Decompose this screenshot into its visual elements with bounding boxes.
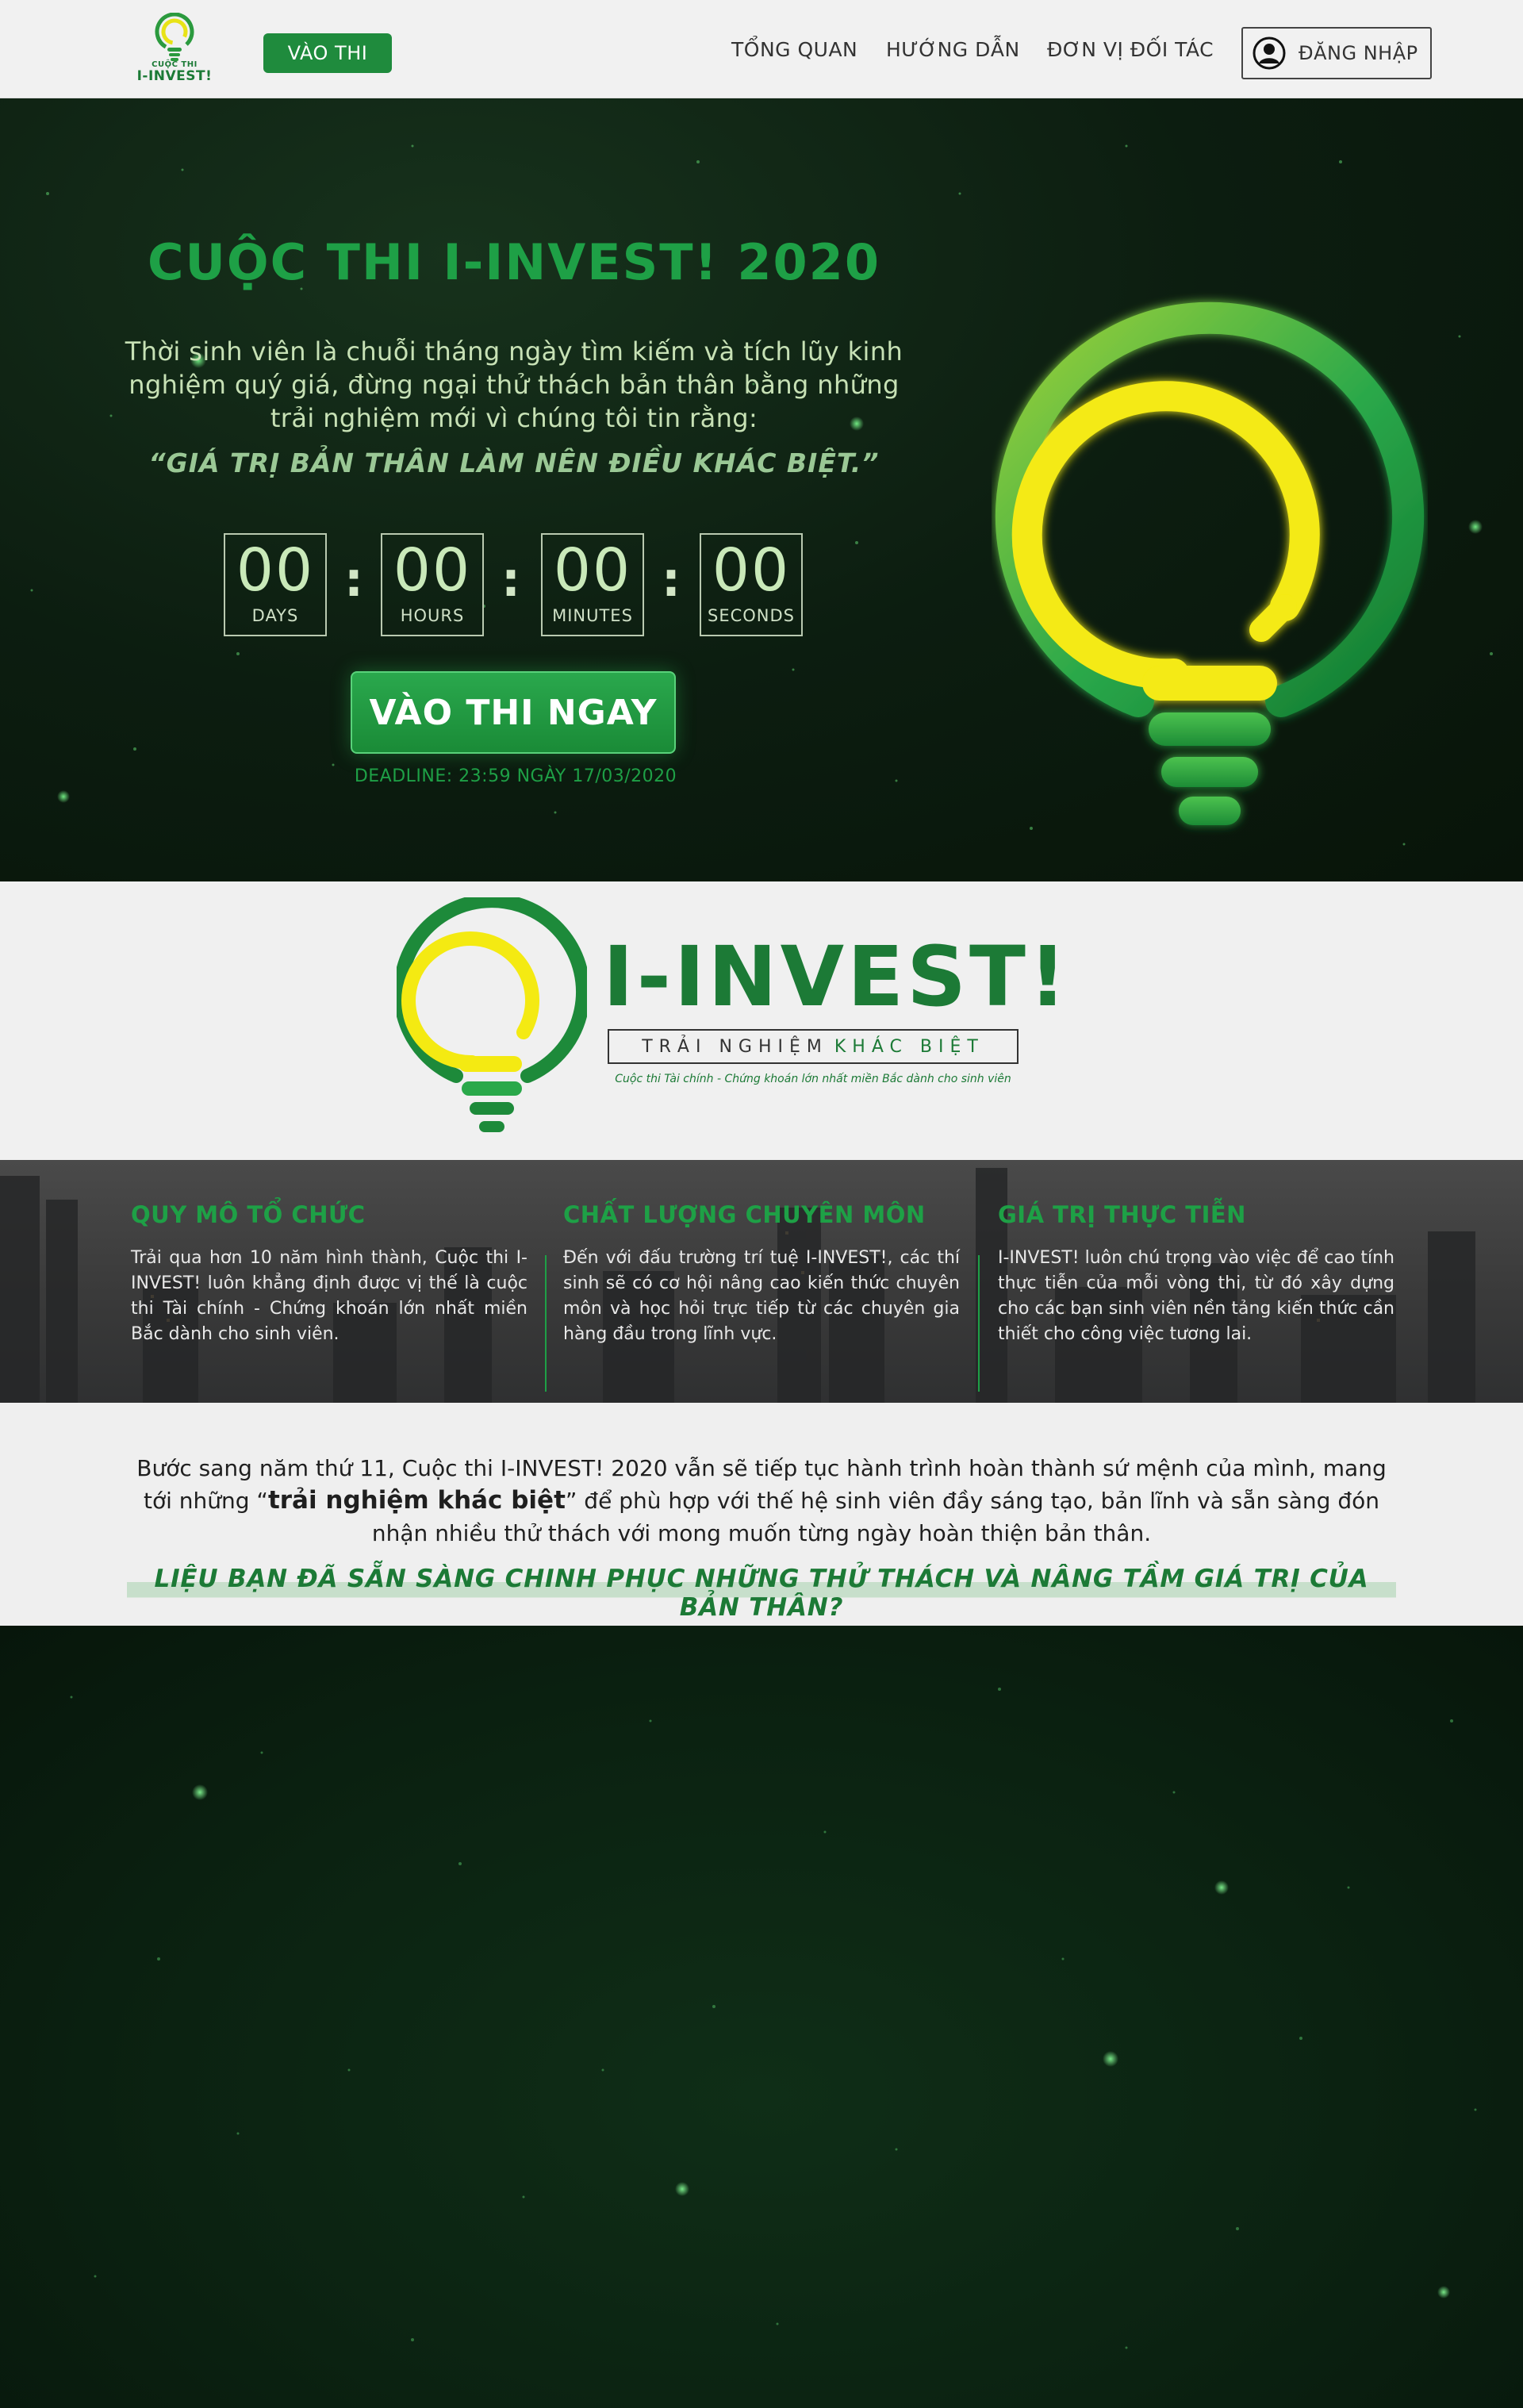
features-section: QUY MÔ TỔ CHỨC Trải qua hơn 10 năm hình … [0, 1160, 1523, 1403]
mission-statement: Bước sang năm thứ 11, Cuộc thi I-INVEST!… [0, 1403, 1523, 1626]
site-logo[interactable]: CUỘC THI I-INVEST! [127, 13, 222, 92]
feature-divider [545, 1255, 547, 1392]
feature-text: Đến với đấu trường trí tuệ I-INVEST!, cá… [563, 1248, 960, 1344]
site-header: CUỘC THI I-INVEST! VÀO THI TỔNG QUAN HƯỚ… [0, 0, 1523, 98]
countdown-minutes: 00 MINUTES [541, 533, 644, 636]
feature-scale: QUY MÔ TỔ CHỨC Trải qua hơn 10 năm hình … [131, 1201, 527, 1347]
hero-quote: “GIÁ TRỊ BẢN THÂN LÀM NÊN ĐIỀU KHÁC BIỆT… [148, 447, 880, 478]
lightbulb-illustration-icon [996, 301, 1424, 825]
mission-highlight: trải nghiệm khác biệt [267, 1486, 566, 1515]
countdown-separator: : [501, 552, 520, 608]
tagline-part-2: KHÁC BIỆT [834, 1036, 984, 1057]
countdown-hours: 00 HOURS [381, 533, 484, 636]
hero-description: Thời sinh viên là chuỗi tháng ngày tìm k… [125, 336, 903, 433]
feature-text: I-INVEST! luôn chú trọng vào việc để cao… [998, 1248, 1394, 1344]
countdown-timer: 00 DAYS : 00 HOURS : 00 MINUTES : 00 SEC… [224, 533, 811, 636]
nav-overview[interactable]: TỔNG QUAN [731, 38, 857, 61]
starfield-background [70, 1688, 1477, 2349]
login-label: ĐĂNG NHẬP [1299, 42, 1418, 64]
nav-guide[interactable]: HƯỚNG DẪN [886, 38, 1020, 61]
lightbulb-logo-icon [397, 897, 587, 1132]
brand-logo-band: I-INVEST! TRẢI NGHIỆM KHÁC BIỆT Cuộc thi… [0, 881, 1523, 1160]
login-button[interactable]: ĐĂNG NHẬP [1241, 27, 1432, 79]
countdown-seconds-value: 00 [712, 536, 791, 605]
tagline-part-1: TRẢI NGHIỆM [642, 1036, 828, 1057]
countdown-hours-value: 00 [393, 536, 472, 605]
countdown-minutes-value: 00 [553, 536, 632, 605]
countdown-hours-label: HOURS [400, 606, 465, 625]
hero-section: CUỘC THI I-INVEST! 2020 Thời sinh viên l… [0, 98, 1523, 881]
countdown-seconds-label: SECONDS [707, 606, 795, 625]
feature-text: Trải qua hơn 10 năm hình thành, Cuộc thi… [131, 1248, 527, 1344]
brand-subtagline: Cuộc thi Tài chính - Chứng khoán lớn nhấ… [615, 1073, 1011, 1085]
challenge-question: LIỆU BẠN ĐÃ SẴN SÀNG CHINH PHỤC NHỮNG TH… [127, 1565, 1396, 1622]
lightbulb-logo-icon [155, 13, 194, 61]
user-avatar-icon [1253, 36, 1286, 70]
brand-tagline: TRẢI NGHIỆM KHÁC BIỆT [608, 1029, 1019, 1064]
countdown-separator: : [344, 552, 363, 608]
feature-divider [978, 1255, 980, 1392]
feature-practical-value: GIÁ TRỊ THỰC TIỄN I-INVEST! luôn chú trọ… [998, 1201, 1394, 1347]
enter-contest-button[interactable]: VÀO THI [263, 33, 392, 73]
countdown-days-label: DAYS [251, 606, 299, 625]
feature-quality: CHẤT LƯỢNG CHUYÊN MÔN Đến với đấu trường… [563, 1201, 960, 1347]
enter-contest-now-button[interactable]: VÀO THI NGAY [351, 671, 676, 754]
nav-partners[interactable]: ĐƠN VỊ ĐỐI TÁC [1047, 38, 1214, 61]
feature-title: GIÁ TRỊ THỰC TIỄN [998, 1201, 1246, 1228]
countdown-days-value: 00 [236, 536, 315, 605]
logo-wordmark: I-INVEST! [136, 68, 213, 84]
countdown-separator: : [662, 552, 681, 608]
countdown-minutes-label: MINUTES [552, 606, 633, 625]
deadline-text: DEADLINE: 23:59 NGÀY 17/03/2020 [354, 766, 677, 786]
countdown-days: 00 DAYS [224, 533, 327, 636]
bottom-starfield-section [0, 1626, 1523, 2408]
mission-paragraph: Bước sang năm thứ 11, Cuộc thi I-INVEST!… [119, 1452, 1404, 1550]
brand-wordmark: I-INVEST! [603, 928, 1070, 1025]
feature-title: CHẤT LƯỢNG CHUYÊN MÔN [563, 1201, 926, 1228]
countdown-seconds: 00 SECONDS [700, 533, 803, 636]
feature-title: QUY MÔ TỔ CHỨC [131, 1201, 366, 1228]
hero-title: CUỘC THI I-INVEST! 2020 [148, 233, 880, 291]
